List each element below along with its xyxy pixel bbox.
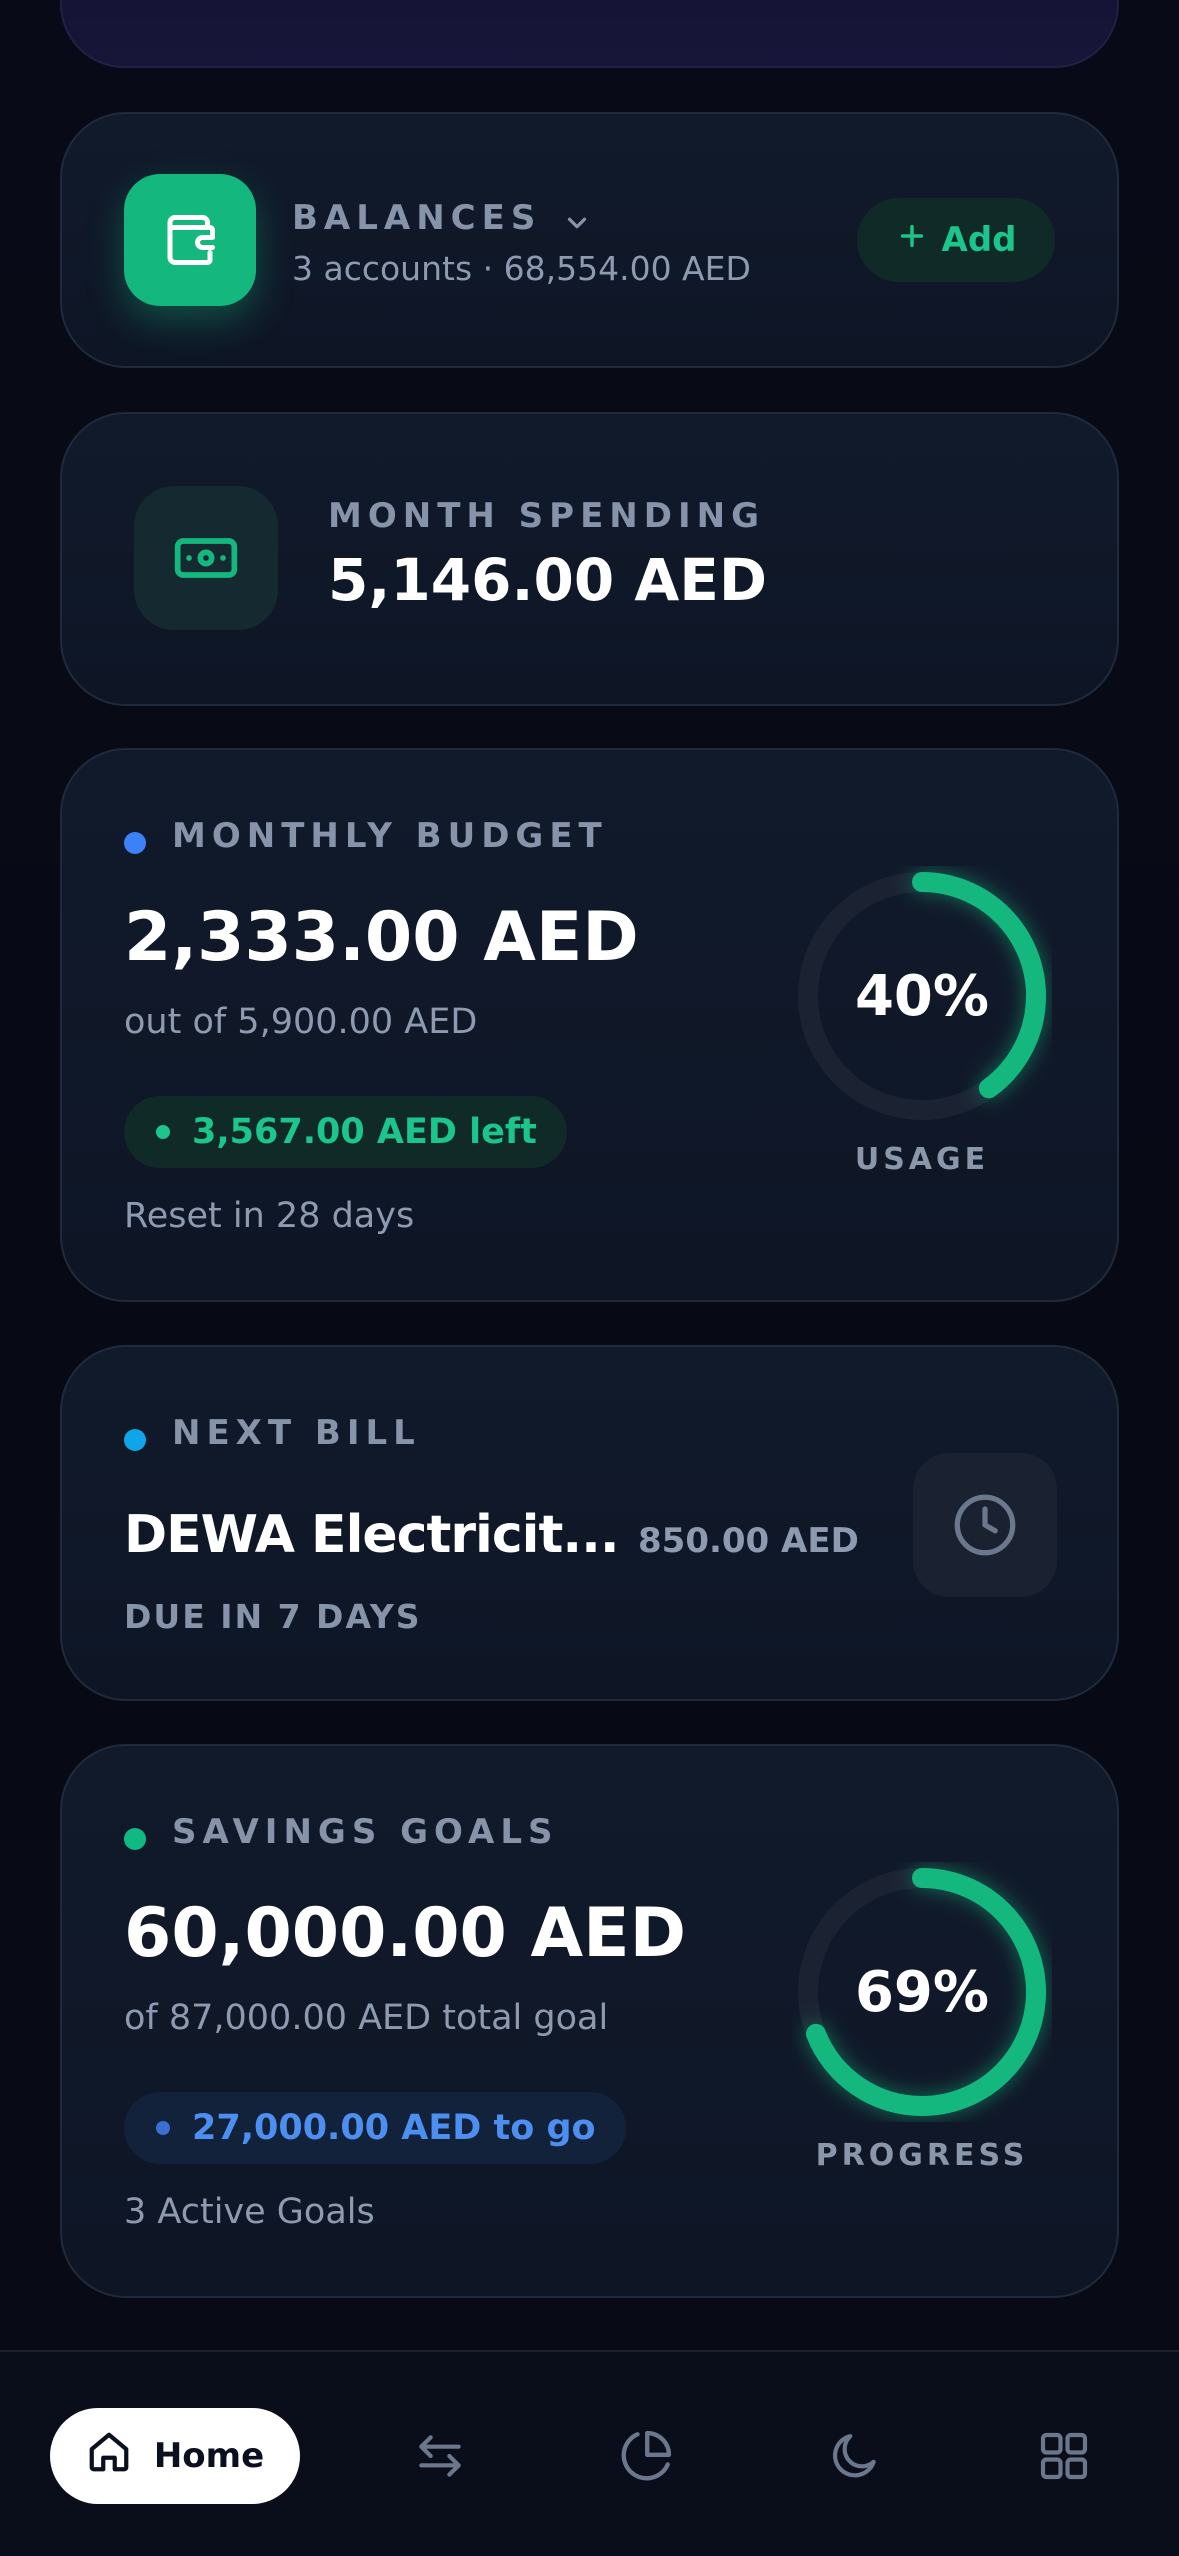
budget-left-label: 3,567.00 AED left: [192, 1112, 537, 1152]
usage-percent: 40%: [854, 963, 990, 1029]
month-spending-title: MONTH SPENDING: [328, 496, 765, 536]
savings-to-go-label: 27,000.00 AED to go: [192, 2108, 596, 2148]
savings-amount: 60,000.00 AED: [124, 1894, 687, 1973]
progress-ring: 69%: [792, 1862, 1052, 2122]
progress-percent: 69%: [854, 1959, 990, 2025]
cash-icon: [134, 486, 278, 630]
balances-card[interactable]: BALANCES 3 accounts · 68,554.00 AED Add: [60, 112, 1119, 368]
budget-subtitle: out of 5,900.00 AED: [124, 1002, 478, 1042]
savings-goals-card[interactable]: SAVINGS GOALS 60,000.00 AED of 87,000.00…: [60, 1744, 1119, 2298]
month-spending-card[interactable]: MONTH SPENDING 5,146.00 AED: [60, 412, 1119, 706]
app-screen: BALANCES 3 accounts · 68,554.00 AED Add …: [0, 0, 1179, 2556]
nav-home-label: Home: [153, 2436, 265, 2476]
wallet-icon: [124, 174, 256, 306]
month-spending-amount: 5,146.00 AED: [328, 546, 768, 614]
savings-dot: [124, 1827, 146, 1850]
balances-subtitle: 3 accounts · 68,554.00 AED: [292, 249, 751, 288]
add-label: Add: [941, 220, 1017, 260]
clock-icon[interactable]: [913, 1453, 1057, 1597]
bottom-navigation: Home: [0, 2350, 1179, 2556]
transfer-icon[interactable]: [398, 2414, 482, 2498]
plus-icon: [896, 220, 928, 261]
moon-icon[interactable]: [813, 2414, 897, 2498]
pie-chart-icon[interactable]: [604, 2414, 688, 2498]
budget-dot: [124, 831, 146, 854]
balances-title: BALANCES: [292, 198, 542, 238]
savings-title: SAVINGS GOALS: [172, 1812, 559, 1852]
bill-title: NEXT BILL: [172, 1413, 421, 1453]
budget-left-badge: 3,567.00 AED left: [124, 1096, 567, 1168]
chevron-down-icon[interactable]: [562, 208, 592, 242]
add-account-button[interactable]: Add: [857, 198, 1055, 282]
progress-caption: PROGRESS: [815, 2138, 1029, 2173]
active-goals-label: 3 Active Goals: [124, 2192, 375, 2232]
usage-ring: 40%: [792, 866, 1052, 1126]
savings-to-go-badge: 27,000.00 AED to go: [124, 2092, 626, 2164]
badge-dot: [156, 2121, 170, 2135]
previous-card-edge: [60, 0, 1119, 68]
bill-name: DEWA Electricit...: [124, 1505, 620, 1565]
savings-subtitle: of 87,000.00 AED total goal: [124, 1998, 609, 2038]
next-bill-card[interactable]: NEXT BILL DEWA Electricit... 850.00 AED …: [60, 1345, 1119, 1701]
bill-due: DUE IN 7 DAYS: [124, 1597, 422, 1636]
bill-dot: [124, 1428, 146, 1451]
budget-reset-label: Reset in 28 days: [124, 1196, 415, 1236]
badge-dot: [156, 1125, 170, 1139]
monthly-budget-card[interactable]: MONTHLY BUDGET 2,333.00 AED out of 5,900…: [60, 748, 1119, 1302]
usage-caption: USAGE: [854, 1142, 990, 1177]
nav-home-button[interactable]: Home: [50, 2408, 300, 2504]
budget-title: MONTHLY BUDGET: [172, 816, 608, 856]
bill-amount: 850.00 AED: [638, 1521, 859, 1561]
grid-icon[interactable]: [1022, 2414, 1106, 2498]
home-icon: [86, 2429, 132, 2484]
budget-amount: 2,333.00 AED: [124, 898, 639, 977]
